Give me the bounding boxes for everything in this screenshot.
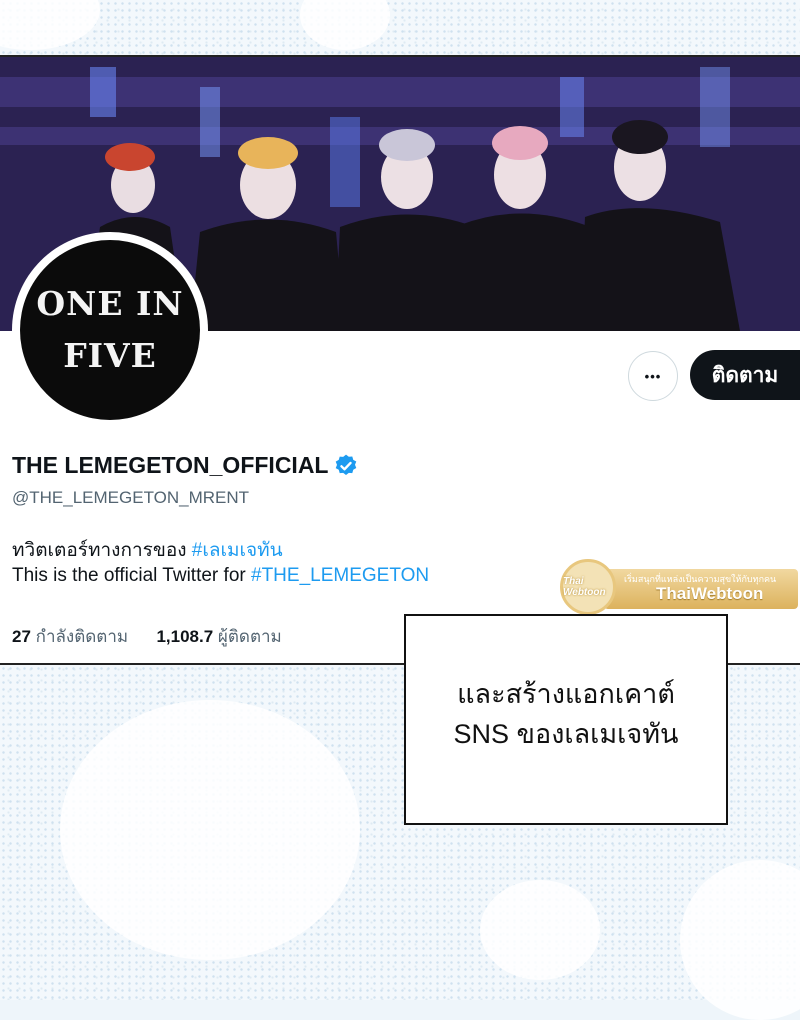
more-dots-icon: ••• [644, 368, 662, 384]
hashtag-link[interactable]: #THE_LEMEGETON [251, 565, 429, 586]
display-name: THE LEMEGETON_OFFICIAL [12, 452, 329, 478]
profile-avatar[interactable]: ONE IN FIVE [12, 232, 208, 428]
follow-stats: 27 กำลังติดตาม 1,108.7 ผู้ติดตาม [12, 623, 282, 650]
avatar-logo-line: FIVE [63, 336, 157, 375]
avatar-logo: ONE IN FIVE [20, 240, 200, 420]
name-row: THE LEMEGETON_OFFICIAL [12, 452, 359, 479]
watermark-bar: เริ่มสนุกที่แหล่งเป็นความสุขให้กับทุกคน … [604, 569, 798, 609]
background-blob [480, 880, 600, 980]
bio-text: This is the official Twitter for [12, 565, 251, 586]
bio-text: ทวิตเตอร์ทางการของ [12, 540, 192, 561]
avatar-logo-line: ONE IN [36, 284, 184, 323]
watermark-logo: Thai Webtoon [560, 559, 616, 615]
hashtag-link[interactable]: #เลเมเจทัน [192, 540, 283, 561]
verified-badge-icon [336, 454, 357, 475]
caption-line: และสร้างแอกเคาต์ [457, 679, 675, 709]
followers-link[interactable]: 1,108.7 ผู้ติดตาม [156, 627, 281, 646]
follow-button[interactable]: ติดตาม [690, 350, 800, 400]
profile-handle: @THE_LEMEGETON_MRENT [12, 488, 250, 507]
following-link[interactable]: 27 กำลังติดตาม [12, 627, 128, 646]
watermark-brand: ThaiWebtoon [656, 584, 764, 603]
followers-count: 1,108.7 [156, 627, 214, 646]
thaiwebtoon-watermark: เริ่มสนุกที่แหล่งเป็นความสุขให้กับทุกคน … [560, 559, 798, 615]
caption-box: และสร้างแอกเคาต์ SNS ของเลเมเจทัน [404, 614, 728, 825]
bio-line-thai: ทวิตเตอร์ทางการของ #เลเมเจทัน [12, 535, 283, 565]
background-blob [60, 700, 360, 960]
more-options-button[interactable]: ••• [628, 351, 678, 401]
following-count: 27 [12, 627, 31, 646]
followers-label: ผู้ติดตาม [217, 627, 282, 646]
bio-line-english: This is the official Twitter for #THE_LE… [12, 565, 429, 587]
following-label: กำลังติดตาม [35, 627, 129, 646]
caption-line: SNS ของเลเมเจทัน [453, 719, 679, 749]
twitter-profile-card: ONE IN FIVE ••• ติดตาม THE LEMEGETON_OFF… [0, 55, 800, 665]
